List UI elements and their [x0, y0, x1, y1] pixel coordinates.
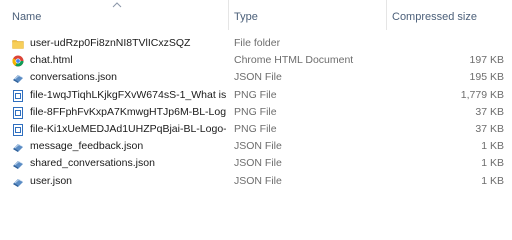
file-type: JSON File [234, 71, 282, 84]
file-name: user-udRzp0Fi8znNI8TVlICxzSQZ [30, 37, 191, 49]
file-row[interactable]: user.json JSON File 1 KB [0, 173, 512, 190]
file-size: 1,779 KB [460, 88, 504, 101]
file-list: user-udRzp0Fi8znNI8TVlICxzSQZ File folder… [0, 35, 512, 190]
file-row[interactable]: file-1wqJTiqhLKjkgFXvW674sS-1_What is...… [0, 87, 512, 104]
file-row[interactable]: user-udRzp0Fi8znNI8TVlICxzSQZ File folder [0, 35, 512, 52]
json-file-icon [12, 141, 24, 153]
file-name: chat.html [30, 54, 73, 67]
column-header-size-label: Compressed size [392, 11, 477, 23]
file-name: file-8FFphFvKxpA7KmwgHTJp6M-BL-Log... [30, 105, 226, 118]
file-size: 195 KB [469, 71, 504, 84]
image-file-icon [12, 89, 24, 102]
folder-icon [12, 38, 24, 50]
file-row[interactable]: shared_conversations.json JSON File 1 KB [0, 155, 512, 172]
file-size: 1 KB [481, 174, 504, 187]
file-name: message_feedback.json [30, 140, 144, 153]
json-file-icon [12, 176, 24, 188]
file-row[interactable]: file-Ki1xUeMEDJAd1UHZPqBjai-BL-Logo-... P… [0, 121, 512, 138]
column-header-type-label: Type [234, 11, 258, 23]
column-header-name-label: Name [12, 11, 42, 23]
file-name: file-1wqJTiqhLKjkgFXvW674sS-1_What is... [30, 88, 226, 101]
file-row[interactable]: conversations.json JSON File 195 KB [0, 69, 512, 86]
file-name: user.json [30, 174, 73, 187]
file-row[interactable]: message_feedback.json JSON File 1 KB [0, 138, 512, 155]
chevron-up-icon [112, 2, 122, 8]
file-row[interactable]: file-8FFphFvKxpA7KmwgHTJp6M-BL-Log... PNG… [0, 104, 512, 121]
file-type: PNG File [234, 105, 277, 118]
column-header-type[interactable]: Type [234, 0, 384, 30]
column-header-bar: Name Type Compressed size [0, 0, 512, 30]
file-size: 1 KB [481, 140, 504, 153]
file-type: File folder [234, 37, 281, 49]
json-file-icon [12, 158, 24, 170]
file-name: file-Ki1xUeMEDJAd1UHZPqBjai-BL-Logo-... [30, 122, 226, 135]
file-name: shared_conversations.json [30, 157, 155, 170]
file-type: JSON File [234, 174, 282, 187]
file-row[interactable]: chat.html Chrome HTML Document 197 KB [0, 52, 512, 69]
file-type: JSON File [234, 140, 282, 153]
file-type: JSON File [234, 157, 282, 170]
file-type: Chrome HTML Document [234, 54, 354, 67]
file-type: PNG File [234, 122, 277, 135]
chrome-icon [12, 55, 24, 67]
file-size: 37 KB [475, 122, 504, 135]
file-type: PNG File [234, 88, 277, 101]
file-size: 1 KB [481, 157, 504, 170]
image-file-icon [12, 123, 24, 136]
json-file-icon [12, 72, 24, 84]
file-name: conversations.json [30, 71, 117, 84]
column-divider[interactable] [386, 0, 387, 30]
column-header-size[interactable]: Compressed size [392, 0, 510, 30]
column-divider[interactable] [228, 0, 229, 30]
file-explorer: Name Type Compressed size user-udRzp0Fi8… [0, 0, 512, 203]
file-size: 197 KB [469, 54, 504, 67]
file-size: 37 KB [475, 105, 504, 118]
image-file-icon [12, 106, 24, 119]
